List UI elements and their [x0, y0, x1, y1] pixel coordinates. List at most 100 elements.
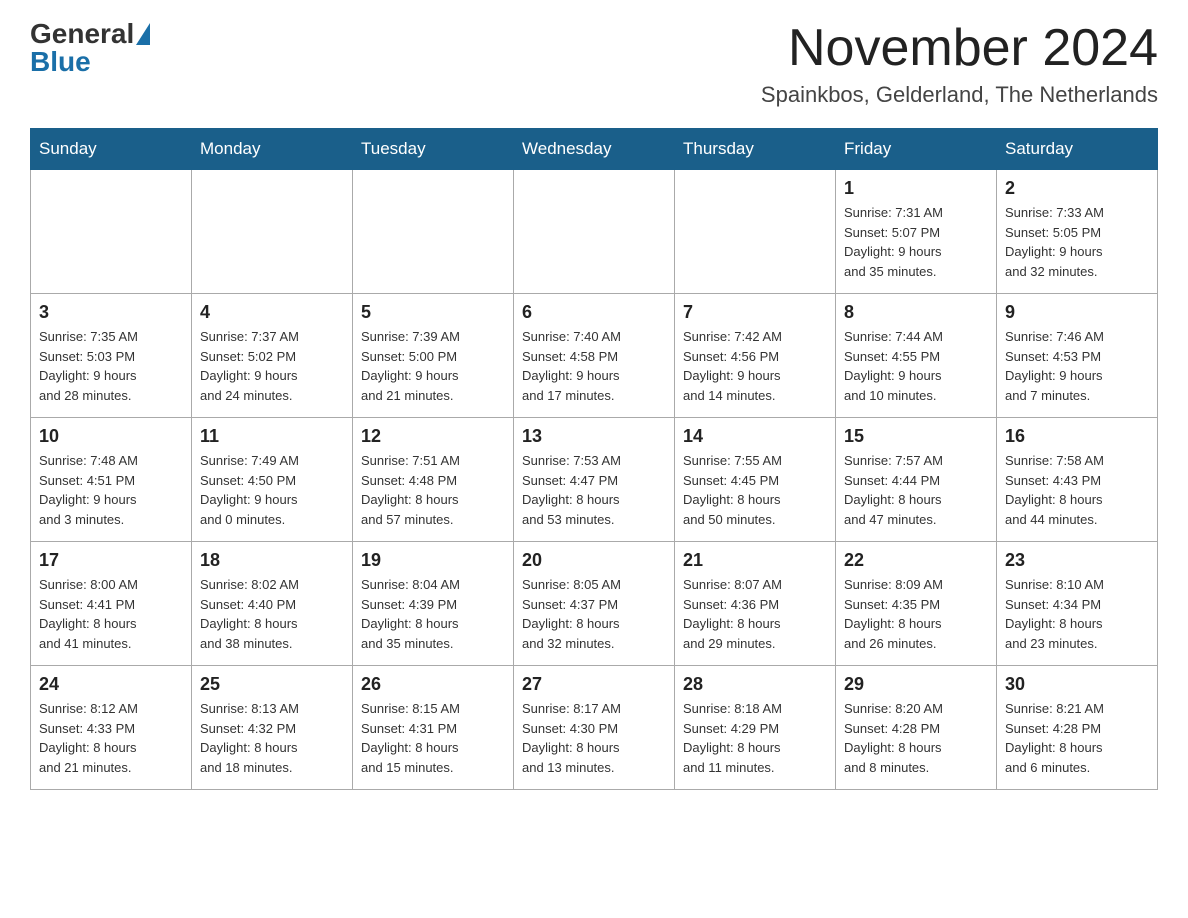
day-info: Sunrise: 7:42 AM Sunset: 4:56 PM Dayligh…	[683, 327, 827, 405]
day-info: Sunrise: 7:49 AM Sunset: 4:50 PM Dayligh…	[200, 451, 344, 529]
day-number: 24	[39, 674, 183, 695]
day-info: Sunrise: 7:35 AM Sunset: 5:03 PM Dayligh…	[39, 327, 183, 405]
day-number: 5	[361, 302, 505, 323]
day-number: 22	[844, 550, 988, 571]
day-info: Sunrise: 8:17 AM Sunset: 4:30 PM Dayligh…	[522, 699, 666, 777]
week-row-1: 1 Sunrise: 7:31 AM Sunset: 5:07 PM Daylig…	[31, 170, 1158, 294]
day-number: 10	[39, 426, 183, 447]
day-number: 12	[361, 426, 505, 447]
day-info: Sunrise: 8:20 AM Sunset: 4:28 PM Dayligh…	[844, 699, 988, 777]
calendar-cell	[192, 170, 353, 294]
day-number: 17	[39, 550, 183, 571]
calendar-cell: 14 Sunrise: 7:55 AM Sunset: 4:45 PM Dayli…	[675, 418, 836, 542]
logo-general-text: General	[30, 20, 134, 48]
logo: General Blue	[30, 20, 152, 76]
calendar-cell: 12 Sunrise: 7:51 AM Sunset: 4:48 PM Dayli…	[353, 418, 514, 542]
calendar-cell: 24 Sunrise: 8:12 AM Sunset: 4:33 PM Dayli…	[31, 666, 192, 790]
day-info: Sunrise: 7:33 AM Sunset: 5:05 PM Dayligh…	[1005, 203, 1149, 281]
day-info: Sunrise: 7:53 AM Sunset: 4:47 PM Dayligh…	[522, 451, 666, 529]
weekday-header-row: SundayMondayTuesdayWednesdayThursdayFrid…	[31, 129, 1158, 170]
month-title: November 2024	[761, 20, 1158, 77]
week-row-3: 10 Sunrise: 7:48 AM Sunset: 4:51 PM Dayli…	[31, 418, 1158, 542]
calendar-cell: 8Sunrise: 7:44 AM Sunset: 4:55 PM Daylig…	[836, 294, 997, 418]
calendar-cell: 30Sunrise: 8:21 AM Sunset: 4:28 PM Dayli…	[997, 666, 1158, 790]
day-number: 27	[522, 674, 666, 695]
day-info: Sunrise: 8:18 AM Sunset: 4:29 PM Dayligh…	[683, 699, 827, 777]
day-info: Sunrise: 8:04 AM Sunset: 4:39 PM Dayligh…	[361, 575, 505, 653]
day-number: 26	[361, 674, 505, 695]
day-info: Sunrise: 8:00 AM Sunset: 4:41 PM Dayligh…	[39, 575, 183, 653]
day-number: 6	[522, 302, 666, 323]
day-number: 23	[1005, 550, 1149, 571]
day-info: Sunrise: 8:13 AM Sunset: 4:32 PM Dayligh…	[200, 699, 344, 777]
day-number: 18	[200, 550, 344, 571]
calendar-cell: 17 Sunrise: 8:00 AM Sunset: 4:41 PM Dayli…	[31, 542, 192, 666]
day-number: 20	[522, 550, 666, 571]
calendar-cell: 26 Sunrise: 8:15 AM Sunset: 4:31 PM Dayli…	[353, 666, 514, 790]
day-info: Sunrise: 8:10 AM Sunset: 4:34 PM Dayligh…	[1005, 575, 1149, 653]
calendar-cell	[514, 170, 675, 294]
day-number: 21	[683, 550, 827, 571]
calendar-cell: 5 Sunrise: 7:39 AM Sunset: 5:00 PM Daylig…	[353, 294, 514, 418]
day-number: 29	[844, 674, 988, 695]
day-info: Sunrise: 7:31 AM Sunset: 5:07 PM Dayligh…	[844, 203, 988, 281]
day-number: 4	[200, 302, 344, 323]
day-number: 28	[683, 674, 827, 695]
page-header: General Blue November 2024 Spainkbos, Ge…	[30, 20, 1158, 108]
day-info: Sunrise: 8:12 AM Sunset: 4:33 PM Dayligh…	[39, 699, 183, 777]
day-info: Sunrise: 7:58 AM Sunset: 4:43 PM Dayligh…	[1005, 451, 1149, 529]
day-number: 3	[39, 302, 183, 323]
calendar-cell: 4 Sunrise: 7:37 AM Sunset: 5:02 PM Daylig…	[192, 294, 353, 418]
calendar-table: SundayMondayTuesdayWednesdayThursdayFrid…	[30, 128, 1158, 790]
week-row-4: 17 Sunrise: 8:00 AM Sunset: 4:41 PM Dayli…	[31, 542, 1158, 666]
title-area: November 2024 Spainkbos, Gelderland, The…	[761, 20, 1158, 108]
calendar-cell: 20Sunrise: 8:05 AM Sunset: 4:37 PM Dayli…	[514, 542, 675, 666]
calendar-cell: 6Sunrise: 7:40 AM Sunset: 4:58 PM Daylig…	[514, 294, 675, 418]
calendar-cell: 23 Sunrise: 8:10 AM Sunset: 4:34 PM Dayli…	[997, 542, 1158, 666]
day-number: 15	[844, 426, 988, 447]
location-title: Spainkbos, Gelderland, The Netherlands	[761, 82, 1158, 108]
week-row-5: 24 Sunrise: 8:12 AM Sunset: 4:33 PM Dayli…	[31, 666, 1158, 790]
calendar-cell: 27 Sunrise: 8:17 AM Sunset: 4:30 PM Dayli…	[514, 666, 675, 790]
calendar-cell: 18Sunrise: 8:02 AM Sunset: 4:40 PM Dayli…	[192, 542, 353, 666]
day-info: Sunrise: 8:15 AM Sunset: 4:31 PM Dayligh…	[361, 699, 505, 777]
calendar-cell: 28 Sunrise: 8:18 AM Sunset: 4:29 PM Dayli…	[675, 666, 836, 790]
calendar-cell: 7Sunrise: 7:42 AM Sunset: 4:56 PM Daylig…	[675, 294, 836, 418]
calendar-cell: 22Sunrise: 8:09 AM Sunset: 4:35 PM Dayli…	[836, 542, 997, 666]
calendar-cell: 25 Sunrise: 8:13 AM Sunset: 4:32 PM Dayli…	[192, 666, 353, 790]
day-number: 25	[200, 674, 344, 695]
day-number: 19	[361, 550, 505, 571]
calendar-cell: 10 Sunrise: 7:48 AM Sunset: 4:51 PM Dayli…	[31, 418, 192, 542]
day-info: Sunrise: 7:55 AM Sunset: 4:45 PM Dayligh…	[683, 451, 827, 529]
day-number: 14	[683, 426, 827, 447]
weekday-header-friday: Friday	[836, 129, 997, 170]
day-number: 2	[1005, 178, 1149, 199]
calendar-cell: 21 Sunrise: 8:07 AM Sunset: 4:36 PM Dayli…	[675, 542, 836, 666]
calendar-cell	[353, 170, 514, 294]
day-info: Sunrise: 7:51 AM Sunset: 4:48 PM Dayligh…	[361, 451, 505, 529]
calendar-cell	[675, 170, 836, 294]
day-number: 11	[200, 426, 344, 447]
weekday-header-thursday: Thursday	[675, 129, 836, 170]
calendar-cell: 19 Sunrise: 8:04 AM Sunset: 4:39 PM Dayli…	[353, 542, 514, 666]
day-info: Sunrise: 8:07 AM Sunset: 4:36 PM Dayligh…	[683, 575, 827, 653]
weekday-header-monday: Monday	[192, 129, 353, 170]
calendar-cell: 3 Sunrise: 7:35 AM Sunset: 5:03 PM Daylig…	[31, 294, 192, 418]
calendar-cell: 11 Sunrise: 7:49 AM Sunset: 4:50 PM Dayli…	[192, 418, 353, 542]
day-info: Sunrise: 7:37 AM Sunset: 5:02 PM Dayligh…	[200, 327, 344, 405]
calendar-cell: 2 Sunrise: 7:33 AM Sunset: 5:05 PM Daylig…	[997, 170, 1158, 294]
day-number: 30	[1005, 674, 1149, 695]
calendar-cell: 1 Sunrise: 7:31 AM Sunset: 5:07 PM Daylig…	[836, 170, 997, 294]
day-info: Sunrise: 7:39 AM Sunset: 5:00 PM Dayligh…	[361, 327, 505, 405]
calendar-cell: 16Sunrise: 7:58 AM Sunset: 4:43 PM Dayli…	[997, 418, 1158, 542]
day-number: 1	[844, 178, 988, 199]
calendar-cell: 13 Sunrise: 7:53 AM Sunset: 4:47 PM Dayli…	[514, 418, 675, 542]
week-row-2: 3 Sunrise: 7:35 AM Sunset: 5:03 PM Daylig…	[31, 294, 1158, 418]
calendar-cell	[31, 170, 192, 294]
day-info: Sunrise: 7:48 AM Sunset: 4:51 PM Dayligh…	[39, 451, 183, 529]
day-number: 13	[522, 426, 666, 447]
logo-triangle-icon	[136, 23, 150, 45]
weekday-header-saturday: Saturday	[997, 129, 1158, 170]
logo-blue-text: Blue	[30, 48, 91, 76]
day-number: 9	[1005, 302, 1149, 323]
